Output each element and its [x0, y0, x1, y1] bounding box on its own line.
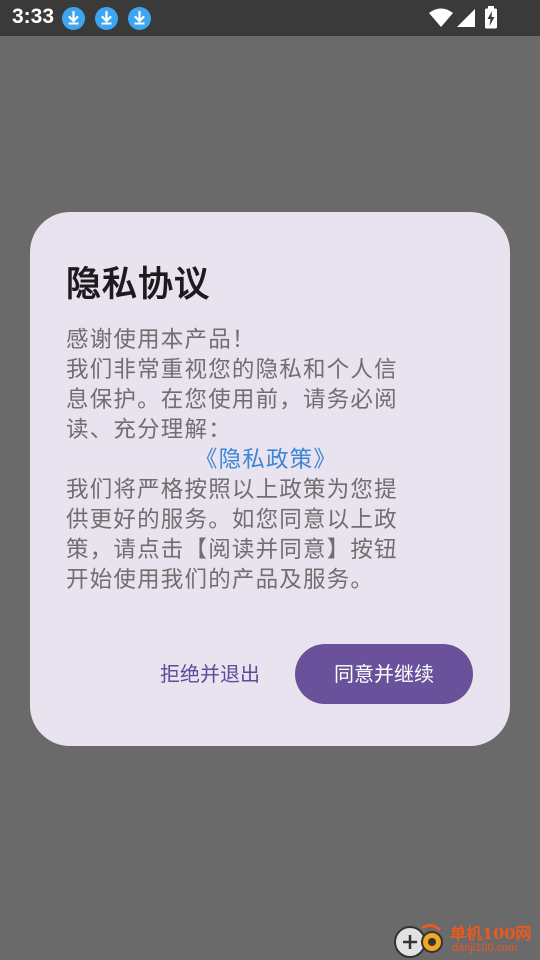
message-line: 开始使用我们的产品及服务。	[66, 567, 375, 593]
watermark: 单机100网 danji100.com	[392, 920, 540, 960]
watermark-name: 单机100网	[450, 924, 532, 943]
download-icon	[95, 7, 118, 30]
message-line: 读、充分理解：	[66, 417, 232, 443]
download-icon	[128, 7, 151, 30]
battery-charging-icon	[485, 6, 497, 29]
signal-icon	[457, 9, 475, 27]
dialog-message: 感谢使用本产品！ 我们非常重视您的隐私和个人信 息保护。在您使用前，请务必阅 读…	[66, 325, 466, 595]
agree-and-continue-button[interactable]: 同意并继续	[295, 644, 473, 704]
message-line: 我们将严格按照以上政策为您提	[66, 477, 398, 503]
status-bar: 3:33	[0, 0, 540, 36]
download-icon	[62, 7, 85, 30]
watermark-logo-icon	[394, 923, 443, 958]
privacy-dialog: 隐私协议 感谢使用本产品！ 我们非常重视您的隐私和个人信 息保护。在您使用前，请…	[30, 212, 510, 746]
privacy-policy-link[interactable]: 《隐私政策》	[66, 445, 466, 475]
reject-and-exit-button[interactable]: 拒绝并退出	[152, 650, 268, 698]
message-line: 供更好的服务。如您同意以上政	[66, 507, 398, 533]
status-time: 3:33	[12, 5, 55, 28]
dialog-title: 隐私协议	[66, 265, 211, 305]
message-line: 息保护。在您使用前，请务必阅	[66, 387, 398, 413]
wifi-icon	[429, 8, 453, 27]
message-line: 策，请点击【阅读并同意】按钮	[66, 537, 398, 563]
message-line: 我们非常重视您的隐私和个人信	[66, 357, 398, 383]
message-line: 感谢使用本产品！	[66, 327, 256, 353]
watermark-url: danji100.com	[452, 942, 518, 954]
